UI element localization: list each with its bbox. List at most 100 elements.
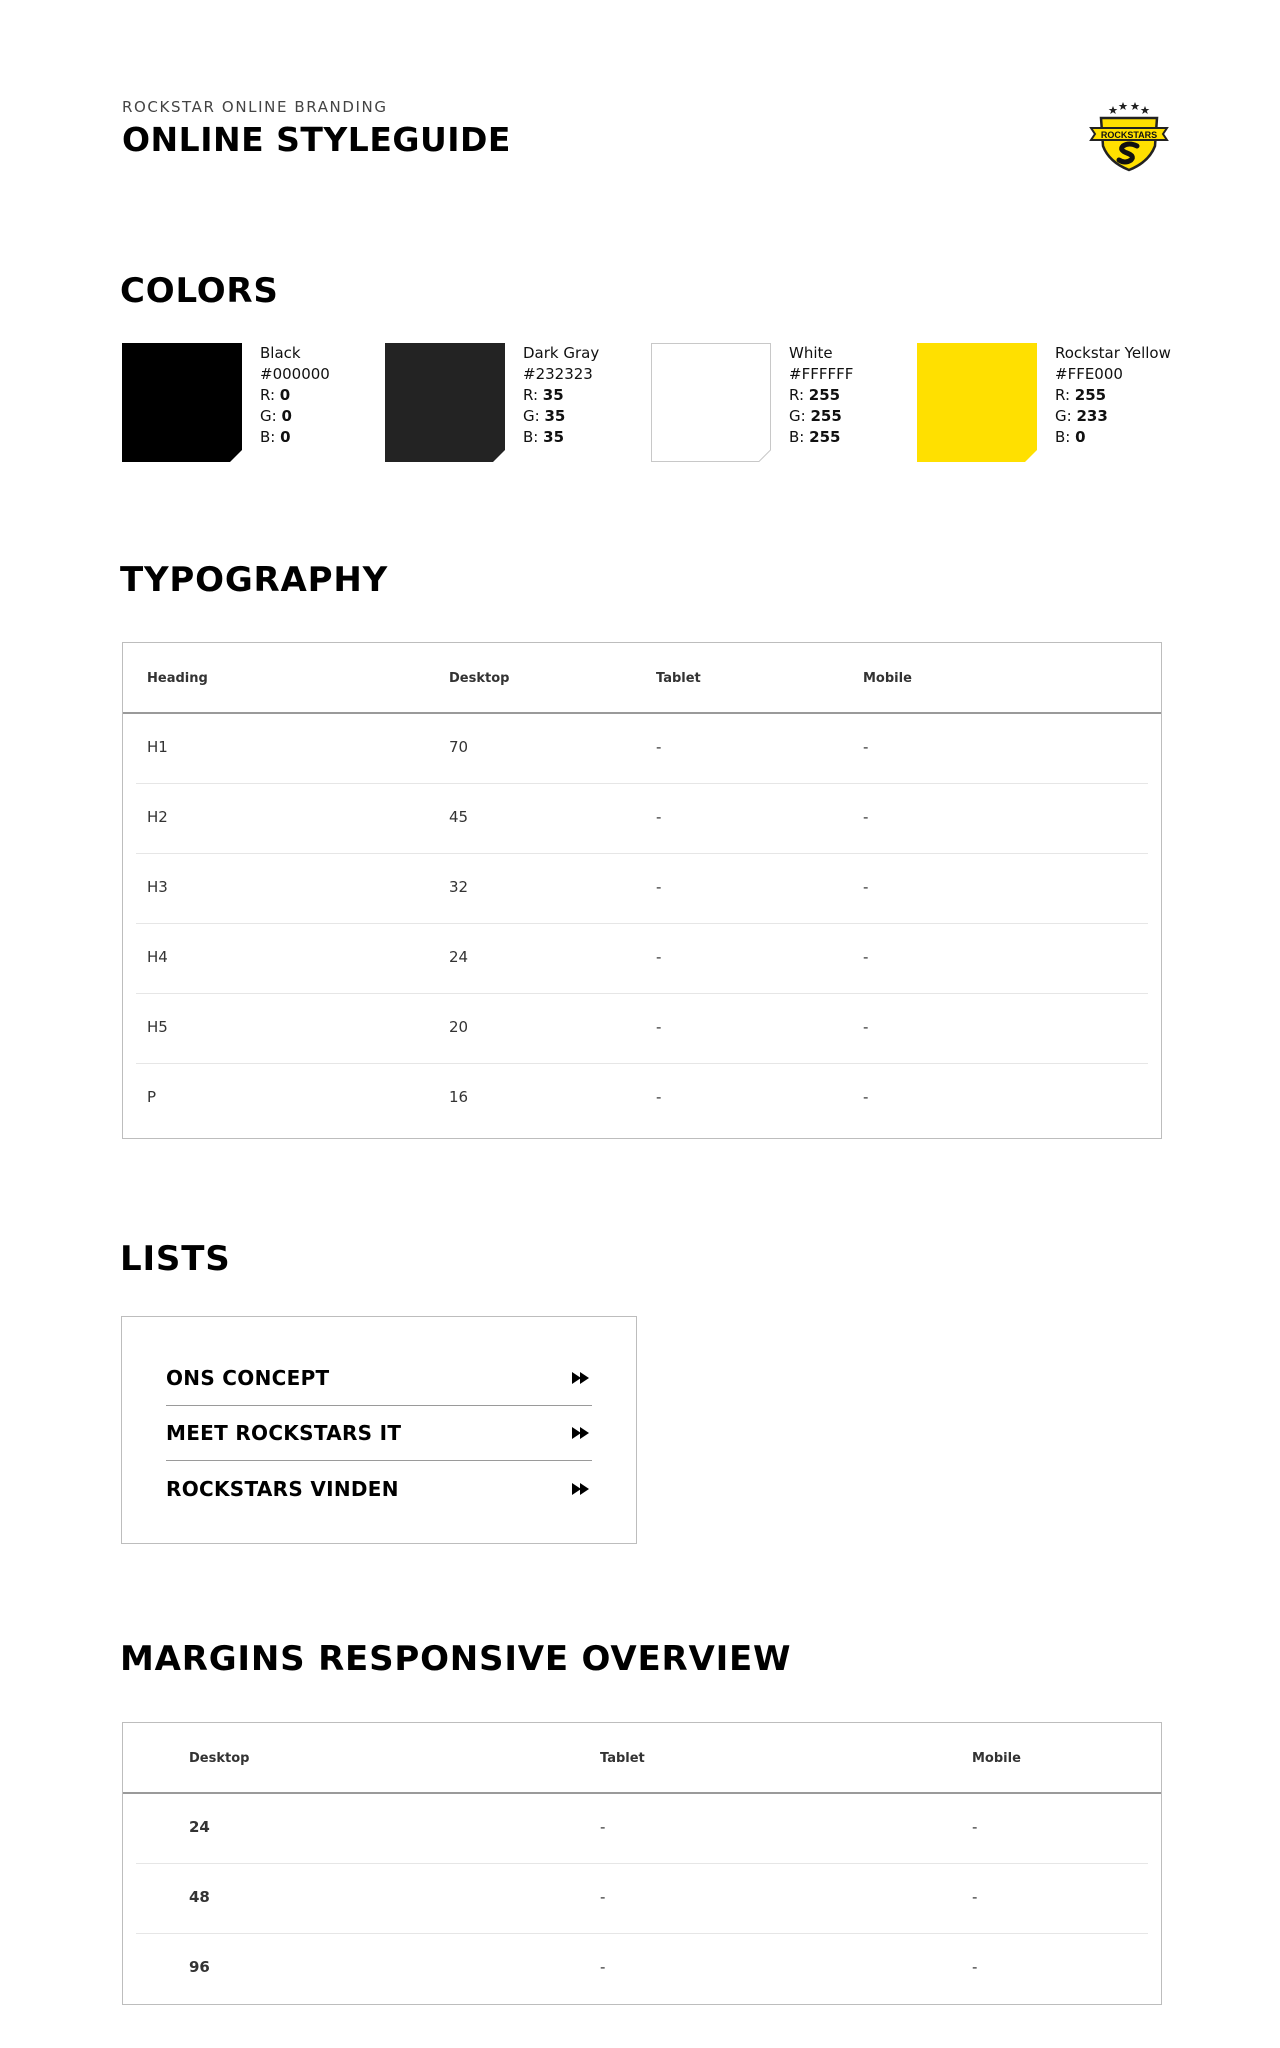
swatch-chip <box>651 343 771 462</box>
fast-forward-icon <box>572 1482 589 1495</box>
swatch-r-label: R: <box>789 386 805 404</box>
swatch-hex: #FFE000 <box>1055 365 1123 383</box>
logo-wordmark: ROCKSTARS <box>1101 130 1157 140</box>
column-header: Heading <box>147 671 208 686</box>
column-header: Desktop <box>449 671 510 686</box>
list-item-rockstars-vinden[interactable]: ROCKSTARS VINDEN <box>166 1461 592 1516</box>
table-cell: - <box>972 1818 978 1836</box>
table-cell: - <box>863 738 869 756</box>
swatch-g-label: G: <box>260 407 277 425</box>
swatch-hex: #232323 <box>523 365 593 383</box>
lists-section-title: LISTS <box>120 1239 231 1279</box>
table-cell: - <box>656 1088 662 1106</box>
table-cell: - <box>600 1888 606 1906</box>
table-row: 48 - - <box>136 1864 1148 1934</box>
swatch-g-value: 233 <box>1076 407 1108 425</box>
swatch-b-value: 0 <box>280 428 291 446</box>
margins-table: Desktop Tablet Mobile 24 - - 48 - - 96 -… <box>122 1722 1162 2005</box>
table-cell: 32 <box>449 878 469 896</box>
table-row: P 16 - - <box>136 1064 1148 1134</box>
page-kicker: ROCKSTAR ONLINE BRANDING <box>122 98 388 116</box>
table-row: 24 - - <box>136 1794 1148 1864</box>
swatch-g-label: G: <box>1055 407 1072 425</box>
table-cell: - <box>656 948 662 966</box>
table-cell: H5 <box>147 1018 168 1036</box>
page-header: ROCKSTAR ONLINE BRANDING ONLINE STYLEGUI… <box>122 98 511 159</box>
swatch-b-label: B: <box>789 428 805 446</box>
table-cell: 20 <box>449 1018 469 1036</box>
colors-section-title: COLORS <box>120 271 279 311</box>
table-cell: - <box>600 1958 606 1976</box>
column-header: Tablet <box>656 671 701 686</box>
typography-table: Heading Desktop Tablet Mobile H1 70 - - … <box>122 642 1162 1139</box>
swatch-black: Black #000000 R: 0 G: 0 B: 0 <box>122 343 330 462</box>
swatch-name: Dark Gray <box>523 344 600 362</box>
swatch-hex: #000000 <box>260 365 330 383</box>
swatch-r-value: 35 <box>542 386 564 404</box>
table-row: H1 70 - - <box>136 714 1148 784</box>
swatch-b-label: B: <box>523 428 539 446</box>
swatch-r-value: 255 <box>808 386 841 404</box>
table-cell: 70 <box>449 738 469 756</box>
swatch-r-label: R: <box>260 386 276 404</box>
swatch-r-label: R: <box>1055 386 1071 404</box>
table-header: Desktop Tablet Mobile <box>123 1723 1161 1794</box>
swatch-g-value: 35 <box>544 407 566 425</box>
fast-forward-icon <box>572 1372 589 1384</box>
table-cell: - <box>600 1818 606 1836</box>
table-cell: P <box>147 1088 157 1106</box>
table-cell: H4 <box>147 948 168 966</box>
list-box: ONS CONCEPT MEET ROCKSTARS IT ROCKSTARS … <box>121 1316 637 1544</box>
swatch-chip <box>917 343 1037 462</box>
table-header: Heading Desktop Tablet Mobile <box>123 643 1161 714</box>
swatch-b-value: 0 <box>1075 428 1086 446</box>
table-cell: - <box>656 1018 662 1036</box>
list-item-label: MEET ROCKSTARS IT <box>166 1421 402 1445</box>
table-cell: - <box>863 808 869 826</box>
table-cell: 16 <box>449 1088 469 1106</box>
table-row: H4 24 - - <box>136 924 1148 994</box>
table-row: H2 45 - - <box>136 784 1148 854</box>
table-cell: 45 <box>449 808 469 826</box>
table-row: H5 20 - - <box>136 994 1148 1064</box>
swatch-b-value: 255 <box>809 428 841 446</box>
swatch-white: White #FFFFFF R: 255 G: 255 B: 255 <box>651 343 853 462</box>
swatch-b-value: 35 <box>543 428 565 446</box>
table-cell: - <box>656 738 662 756</box>
swatch-r-value: 0 <box>279 386 291 404</box>
swatch-b-label: B: <box>1055 428 1071 446</box>
swatch-chip <box>122 343 242 462</box>
margins-section-title: MARGINS RESPONSIVE OVERVIEW <box>120 1639 792 1679</box>
swatch-g-label: G: <box>789 407 806 425</box>
table-row: 96 - - <box>136 1934 1148 2004</box>
table-cell: H1 <box>147 738 168 756</box>
table-cell: 24 <box>189 1818 210 1836</box>
table-cell: - <box>863 878 869 896</box>
list-item-ons-concept[interactable]: ONS CONCEPT <box>166 1351 592 1406</box>
table-cell: - <box>656 808 662 826</box>
table-row: H3 32 - - <box>136 854 1148 924</box>
swatch-hex: #FFFFFF <box>789 365 854 383</box>
table-cell: 48 <box>189 1888 210 1906</box>
swatch-g-value: 255 <box>810 407 842 425</box>
table-cell: - <box>863 948 869 966</box>
table-cell: - <box>972 1958 978 1976</box>
table-cell: H2 <box>147 808 168 826</box>
column-header: Desktop <box>189 1751 250 1766</box>
swatch-name: White <box>789 344 833 362</box>
table-cell: - <box>656 878 662 896</box>
column-header: Mobile <box>863 671 912 686</box>
table-cell: 24 <box>449 948 469 966</box>
typography-section-title: TYPOGRAPHY <box>120 560 389 600</box>
swatch-name: Black <box>260 344 301 362</box>
column-header: Tablet <box>600 1751 645 1766</box>
list-item-label: ONS CONCEPT <box>166 1366 330 1390</box>
table-cell: - <box>972 1888 978 1906</box>
table-cell: - <box>863 1018 869 1036</box>
swatch-b-label: B: <box>260 428 276 446</box>
swatch-r-value: 255 <box>1074 386 1107 404</box>
swatch-dark-gray: Dark Gray #232323 R: 35 G: 35 B: 35 <box>385 343 599 462</box>
swatch-r-label: R: <box>523 386 539 404</box>
swatch-chip <box>385 343 505 462</box>
list-item-meet-rockstars-it[interactable]: MEET ROCKSTARS IT <box>166 1406 592 1461</box>
